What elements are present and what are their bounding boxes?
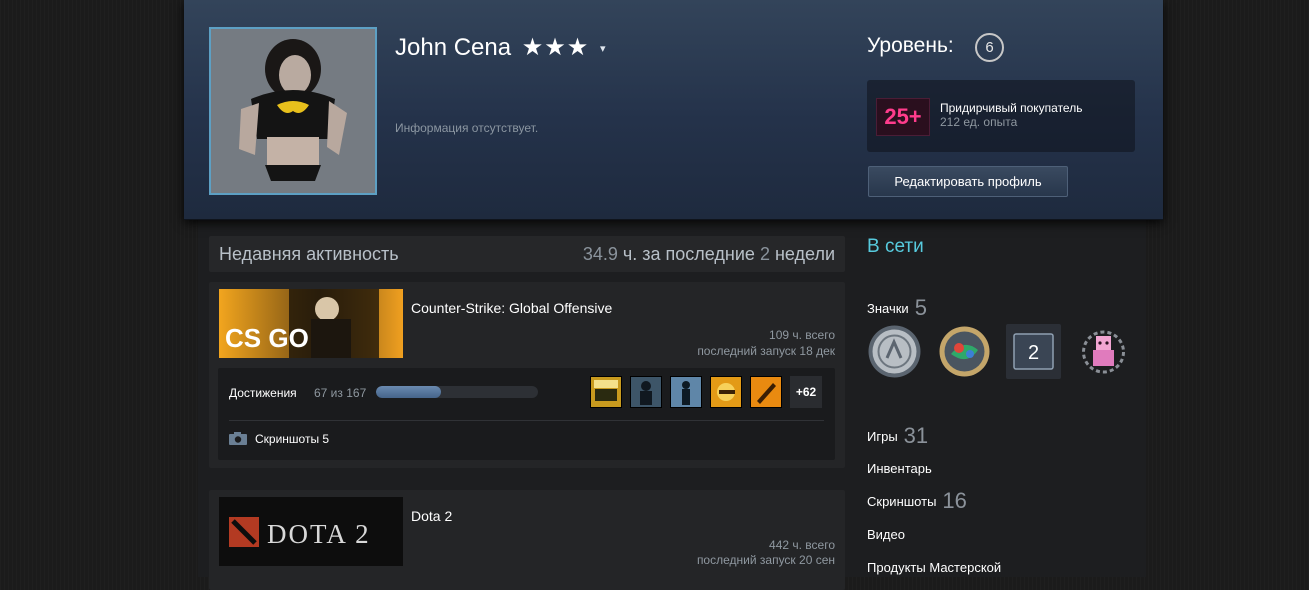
recent-hours: 34.9 bbox=[582, 244, 618, 264]
badge-pink-robot[interactable] bbox=[1076, 324, 1131, 379]
recent-activity-title: Недавняя активность bbox=[219, 244, 399, 264]
dota2-logo-text: DOTA 2 bbox=[267, 519, 371, 549]
avatar-image bbox=[211, 29, 375, 193]
csgo-logo-image: CS GO bbox=[219, 289, 403, 358]
badge-title: Придирчивый покупатель bbox=[940, 101, 1083, 115]
game-name-dota2[interactable]: Dota 2 bbox=[411, 508, 452, 524]
screenshots-sidebar-count: 16 bbox=[942, 488, 967, 513]
pink-robot-icon bbox=[1082, 330, 1125, 374]
games-count: 31 bbox=[903, 423, 929, 448]
badges-link[interactable]: Значки 5 bbox=[867, 295, 927, 321]
level-badge[interactable]: 6 bbox=[975, 33, 1004, 62]
achievements-bar bbox=[376, 386, 538, 398]
csgo-logo-text: CS GO bbox=[225, 323, 309, 353]
game-name-csgo[interactable]: Counter-Strike: Global Offensive bbox=[411, 300, 612, 316]
screenshots-sidebar-link[interactable]: Скриншоты 16 bbox=[867, 488, 967, 514]
persona-name: John Cena bbox=[395, 34, 512, 61]
avatar[interactable] bbox=[209, 27, 377, 195]
badge-level-number: 2 bbox=[1028, 342, 1039, 364]
achievement-soldier-icon[interactable] bbox=[630, 376, 662, 408]
persona-name-row[interactable]: John Cena ★★★ ▾ bbox=[395, 33, 606, 62]
dota2-logo-image: DOTA 2 bbox=[219, 497, 403, 566]
game-hours-csgo: 109 ч. всего bbox=[769, 328, 835, 342]
achievements-more-button[interactable]: +62 bbox=[790, 376, 822, 408]
screenshots-label-csgo: Скриншоты 5 bbox=[255, 432, 330, 447]
badges-label: Значки bbox=[867, 301, 909, 316]
online-status: В сети bbox=[867, 236, 924, 257]
game-capsule-dota2[interactable]: DOTA 2 bbox=[219, 497, 403, 566]
game-capsule-csgo[interactable]: CS GO bbox=[219, 289, 403, 358]
camera-icon bbox=[229, 432, 247, 448]
workshop-link[interactable]: Продукты Мастерской bbox=[867, 560, 1001, 575]
favorite-badge[interactable]: 25+ Придирчивый покупатель 212 ед. опыта bbox=[867, 80, 1135, 152]
edit-profile-button[interactable]: Редактировать профиль bbox=[868, 166, 1068, 197]
games-link[interactable]: Игры 31 bbox=[867, 423, 928, 449]
colorful-medal-icon bbox=[939, 326, 990, 377]
recent-activity-header: Недавняя активность 34.9 ч. за последние… bbox=[209, 236, 845, 272]
badge-25-icon: 25+ bbox=[876, 98, 930, 136]
inventory-link[interactable]: Инвентарь bbox=[867, 461, 932, 476]
profile-header: John Cena ★★★ ▾ Информация отсутствует. … bbox=[184, 0, 1163, 220]
recent-weeks-unit: недели bbox=[774, 244, 835, 264]
star-icons: ★★★ bbox=[521, 34, 590, 61]
silver-coin-icon bbox=[868, 325, 921, 378]
badge-level-2[interactable]: 2 bbox=[1006, 324, 1061, 379]
achievements-bar-fill bbox=[376, 386, 441, 398]
screenshots-link-csgo[interactable]: Скриншоты 5 bbox=[229, 432, 329, 448]
achievements-label[interactable]: Достижения bbox=[229, 386, 297, 400]
games-label: Игры bbox=[867, 429, 898, 444]
achievement-100-icon[interactable] bbox=[590, 376, 622, 408]
achievements-progress: 67 из 167 bbox=[314, 386, 367, 400]
game-details-csgo: Достижения 67 из 167 +62 Скриншоты 5 bbox=[218, 368, 835, 460]
achievement-stand-icon[interactable] bbox=[670, 376, 702, 408]
badge-silver-coin[interactable] bbox=[867, 324, 922, 379]
chevron-down-icon[interactable]: ▾ bbox=[600, 43, 606, 55]
recent-hours-unit: ч. за последние bbox=[622, 244, 755, 264]
game-card-dota2: DOTA 2 Dota 2 442 ч. всего последний зап… bbox=[209, 490, 845, 590]
game-last-played-dota2: последний запуск 20 сен bbox=[696, 553, 835, 567]
game-card-csgo: CS GO Counter-Strike: Global Offensive 1… bbox=[209, 282, 845, 468]
recent-activity-stat: 34.9 ч. за последние 2 недели bbox=[583, 244, 835, 265]
game-hours-dota2: 442 ч. всего bbox=[769, 538, 835, 552]
badges-count: 5 bbox=[914, 295, 927, 320]
achievement-hammer-icon[interactable] bbox=[710, 376, 742, 408]
level-label: Уровень: bbox=[867, 34, 954, 57]
badge-xp: 212 ед. опыта bbox=[940, 115, 1018, 129]
details-divider bbox=[229, 420, 824, 421]
videos-link[interactable]: Видео bbox=[867, 527, 905, 542]
screenshots-sidebar-label: Скриншоты bbox=[867, 494, 937, 509]
badge-colorful-medal[interactable] bbox=[937, 324, 992, 379]
profile-summary: Информация отсутствует. bbox=[395, 121, 539, 135]
game-last-played-csgo: последний запуск 18 дек bbox=[697, 344, 835, 358]
achievement-knife-icon[interactable] bbox=[750, 376, 782, 408]
recent-weeks: 2 bbox=[759, 244, 770, 264]
